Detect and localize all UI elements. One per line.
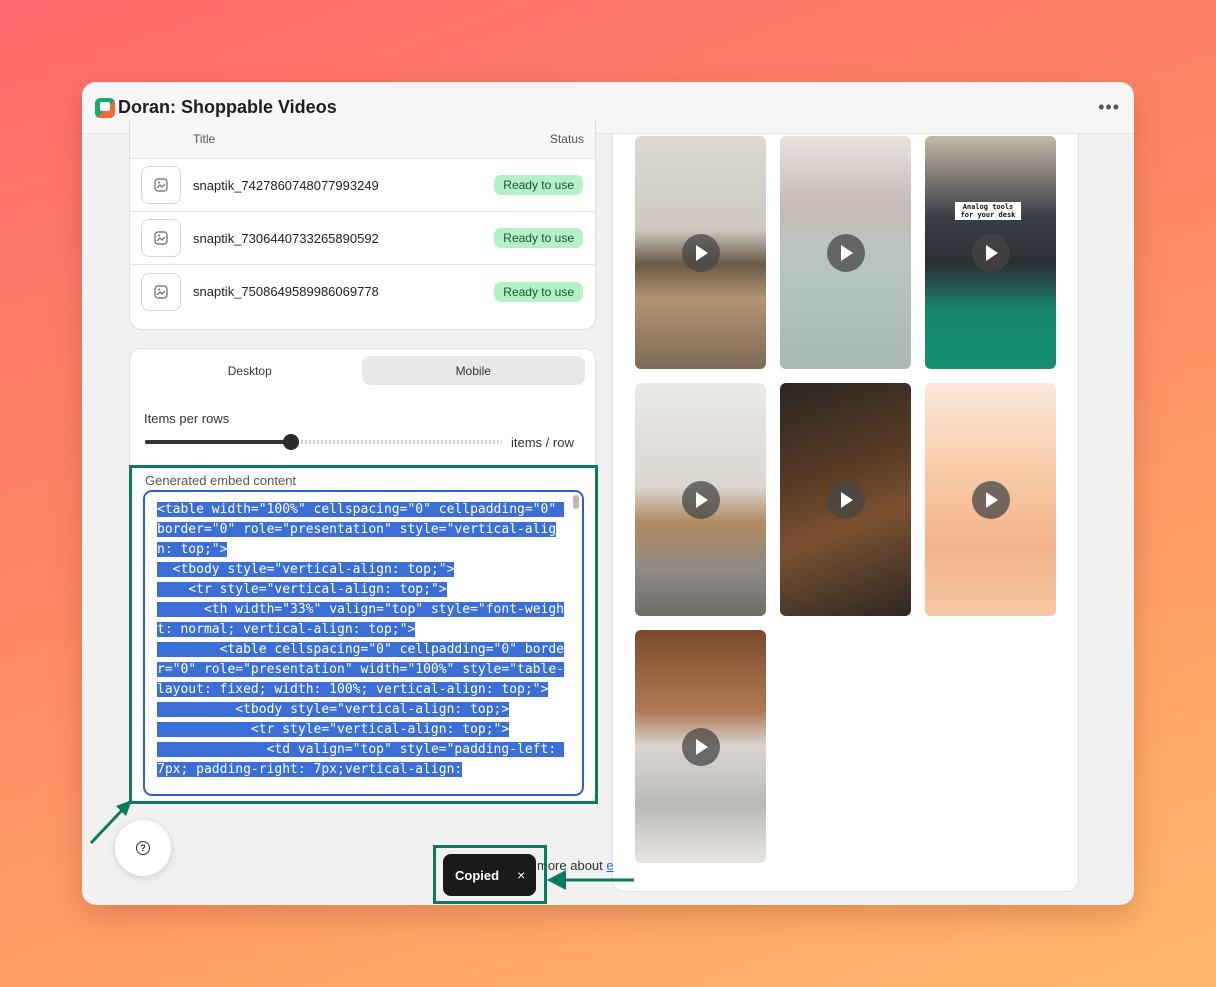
app-window: Doran: Shoppable Videos ••• Title Status… bbox=[82, 82, 1134, 905]
play-icon[interactable] bbox=[826, 233, 865, 272]
close-icon[interactable]: × bbox=[517, 867, 525, 883]
app-title: Doran: Shoppable Videos bbox=[118, 97, 337, 117]
embed-code-text: <table width="100%" cellspacing="0" cell… bbox=[157, 502, 564, 777]
highlight-frame-embed: Generated embed content <table width="10… bbox=[129, 465, 598, 804]
slider-fill bbox=[145, 440, 292, 444]
video-title: snaptik_7508649589986069778 bbox=[193, 284, 379, 299]
video-thumbnail[interactable] bbox=[780, 383, 911, 616]
video-caption: Analog tools for your desk bbox=[955, 202, 1021, 220]
copied-toast: Copied × bbox=[443, 854, 536, 896]
image-placeholder-icon bbox=[141, 272, 181, 311]
video-title: snaptik_7427860748077993249 bbox=[193, 177, 379, 193]
column-status: Status bbox=[549, 132, 584, 146]
help-icon: ? bbox=[136, 841, 150, 855]
video-thumbnail[interactable]: Analog tools for your desk bbox=[925, 136, 1056, 369]
play-icon[interactable] bbox=[971, 233, 1010, 272]
play-icon[interactable] bbox=[826, 480, 865, 519]
embed-content-label: Generated embed content bbox=[145, 473, 297, 488]
videos-table: Title Status snaptik_7427860748077993249… bbox=[129, 120, 596, 330]
play-icon[interactable] bbox=[971, 480, 1010, 519]
embed-code-textarea[interactable]: <table width="100%" cellspacing="0" cell… bbox=[143, 490, 584, 796]
help-button[interactable]: ? bbox=[115, 820, 171, 876]
table-row[interactable]: snaptik_7306440733265890592 Ready to use bbox=[130, 212, 595, 265]
items-per-row-slider[interactable] bbox=[145, 434, 502, 450]
tab-desktop[interactable]: Desktop bbox=[138, 356, 362, 385]
video-thumbnail[interactable] bbox=[635, 383, 766, 616]
app-logo-icon bbox=[95, 97, 115, 118]
video-thumbnail[interactable] bbox=[780, 136, 911, 369]
tab-mobile[interactable]: Mobile bbox=[361, 356, 585, 385]
layout-settings-card: Desktop Mobile Items per rows items / ro… bbox=[129, 348, 598, 804]
items-per-row-label: Items per rows bbox=[144, 411, 230, 426]
play-icon[interactable] bbox=[681, 480, 720, 519]
learn-more-link[interactable]: e bbox=[606, 858, 613, 873]
play-icon[interactable] bbox=[681, 233, 720, 272]
device-tabs: Desktop Mobile bbox=[138, 356, 585, 385]
slider-handle[interactable] bbox=[283, 434, 300, 450]
more-options-icon[interactable]: ••• bbox=[1098, 97, 1120, 118]
highlight-frame-toast: Copied × bbox=[433, 845, 547, 904]
play-icon[interactable] bbox=[681, 727, 720, 766]
video-preview-panel: Analog tools for your desk bbox=[612, 134, 1079, 892]
status-badge: Ready to use bbox=[494, 228, 583, 248]
column-title: Title bbox=[193, 132, 216, 146]
image-placeholder-icon bbox=[141, 219, 181, 257]
video-title: snaptik_7306440733265890592 bbox=[193, 230, 379, 246]
video-thumbnail[interactable] bbox=[635, 136, 766, 369]
status-badge: Ready to use bbox=[494, 175, 583, 195]
video-thumbnail[interactable] bbox=[925, 383, 1056, 616]
status-badge: Ready to use bbox=[494, 281, 583, 302]
table-header: Title Status bbox=[130, 120, 595, 159]
scrollbar-thumb[interactable] bbox=[573, 495, 579, 509]
learn-more-text: more about e bbox=[537, 858, 614, 873]
table-row[interactable]: snaptik_7508649589986069778 Ready to use bbox=[130, 265, 595, 318]
video-thumbnail[interactable] bbox=[635, 630, 766, 863]
toast-message: Copied bbox=[455, 867, 500, 883]
image-placeholder-icon bbox=[141, 166, 181, 204]
table-row[interactable]: snaptik_7427860748077993249 Ready to use bbox=[130, 159, 595, 212]
slider-unit-label: items / row bbox=[511, 435, 574, 450]
